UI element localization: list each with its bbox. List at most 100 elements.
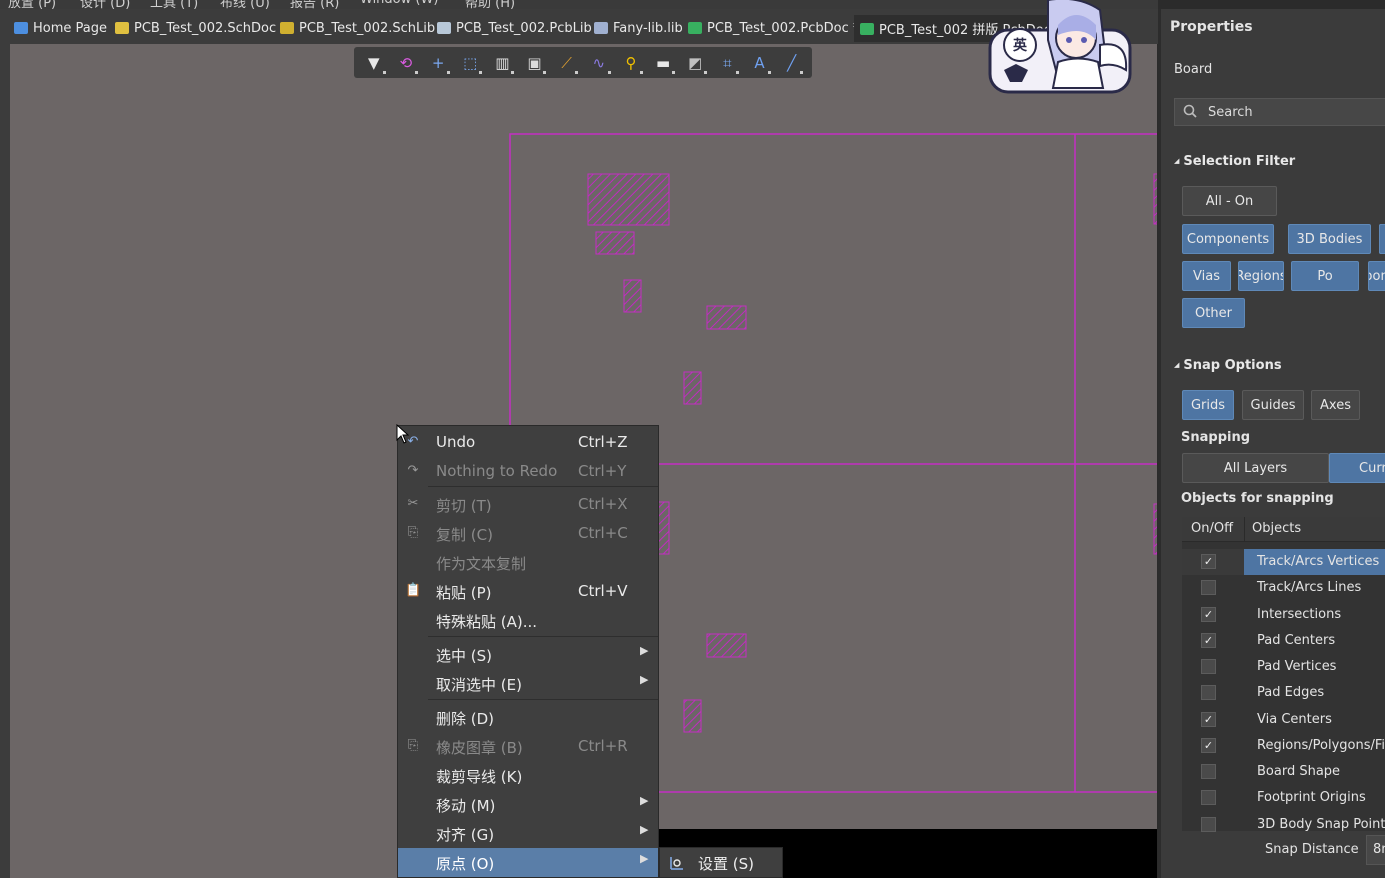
document-tab[interactable]: Fany-lib.lib bbox=[594, 17, 683, 39]
table-row[interactable]: 3D Body Snap Points bbox=[1182, 812, 1385, 838]
filter-button[interactable]: Rooms bbox=[1368, 261, 1385, 291]
document-tab[interactable]: PCB_Test_002.PcbDoc * bbox=[688, 17, 859, 39]
mascot-badge-text: 英 bbox=[1012, 37, 1028, 54]
table-row[interactable]: Pad Edges bbox=[1182, 680, 1385, 706]
menu-item[interactable]: Window (W) bbox=[360, 0, 438, 7]
snap-object-checkbox[interactable]: ✓ bbox=[1201, 607, 1216, 622]
context-menu-item[interactable]: ⎘ 橡皮图章 (B) Ctrl+R bbox=[398, 732, 658, 761]
context-menu-item[interactable]: 取消选中 (E) ▶ bbox=[398, 669, 658, 698]
column-header-onoff[interactable]: On/Off bbox=[1191, 521, 1233, 536]
snap-object-checkbox[interactable] bbox=[1201, 817, 1216, 832]
menu-item-shortcut: Ctrl+X bbox=[578, 495, 628, 513]
column-header-objects[interactable]: Objects bbox=[1252, 521, 1301, 536]
context-menu-item[interactable]: 作为文本复制 bbox=[398, 548, 658, 577]
table-row[interactable]: ✓ Via Centers bbox=[1182, 707, 1385, 733]
menu-item[interactable]: 布线 (U) bbox=[220, 0, 270, 9]
snap-distance-input[interactable]: 8r bbox=[1366, 835, 1385, 865]
submenu-item-set[interactable]: 设置 (S) bbox=[698, 853, 754, 874]
table-row[interactable]: ✓ Pad Centers bbox=[1182, 628, 1385, 654]
route-icon[interactable]: ⟲ bbox=[394, 51, 418, 75]
context-menu-item[interactable]: 特殊粘贴 (A)... bbox=[398, 606, 658, 635]
snap-option-button[interactable]: Axes bbox=[1311, 390, 1360, 420]
region-icon[interactable]: ◩ bbox=[683, 51, 707, 75]
search-input[interactable]: Search bbox=[1174, 98, 1385, 126]
snap-objects-table: On/Off Objects ✓ Track/Arcs Vertices Track… bbox=[1182, 517, 1385, 832]
document-tab[interactable]: PCB_Test_002.PcbLib bbox=[437, 17, 592, 39]
filter-button[interactable]: 3D Bodies bbox=[1288, 224, 1371, 254]
context-menu-item[interactable]: 选中 (S) ▶ bbox=[398, 640, 658, 669]
menu-item[interactable]: 工具 (T) bbox=[150, 0, 198, 9]
origin-submenu: 设置 (S) bbox=[659, 847, 783, 878]
snap-object-checkbox[interactable] bbox=[1201, 659, 1216, 674]
document-tab[interactable]: PCB_Test_002.SchDoc bbox=[115, 17, 276, 39]
text-icon[interactable]: A bbox=[748, 51, 772, 75]
menu-item[interactable]: 放置 (P) bbox=[8, 0, 56, 9]
paste-icon: 📋 bbox=[405, 583, 422, 598]
mascot-widget: 英 bbox=[988, 0, 1136, 96]
select-rect-icon[interactable]: ⬚ bbox=[458, 51, 482, 75]
component-icon[interactable]: ▣ bbox=[523, 51, 547, 75]
snap-object-checkbox[interactable] bbox=[1201, 685, 1216, 700]
context-menu-item[interactable]: ⎘ 复制 (C) Ctrl+C bbox=[398, 519, 658, 548]
fill-icon[interactable]: ▬ bbox=[651, 51, 675, 75]
context-menu-item[interactable]: 移动 (M) ▶ bbox=[398, 790, 658, 819]
snap-option-button[interactable]: Guides bbox=[1242, 390, 1304, 420]
snap-option-button[interactable]: Grids bbox=[1182, 390, 1234, 420]
snap-options-heading[interactable]: Snap Options bbox=[1174, 358, 1281, 373]
table-row[interactable]: ✓ Regions/Polygons/Fill bbox=[1182, 733, 1385, 759]
menu-item-shortcut: Ctrl+C bbox=[578, 524, 628, 542]
context-menu-item[interactable]: ✂ 剪切 (T) Ctrl+X bbox=[398, 490, 658, 519]
filter-button-clipped[interactable] bbox=[1379, 224, 1385, 254]
filter-button[interactable]: Regions bbox=[1238, 261, 1284, 291]
snap-object-checkbox[interactable] bbox=[1201, 790, 1216, 805]
snap-object-checkbox[interactable] bbox=[1201, 580, 1216, 595]
document-tab-label: PCB_Test_002.PcbDoc * bbox=[707, 20, 860, 36]
align-icon[interactable]: ▥ bbox=[491, 51, 515, 75]
menu-item[interactable]: 帮助 (H) bbox=[465, 0, 515, 9]
selection-filter-heading[interactable]: Selection Filter bbox=[1174, 154, 1295, 169]
table-row[interactable]: ✓ Intersections bbox=[1182, 602, 1385, 628]
filter-icon[interactable]: ▼ bbox=[362, 51, 386, 75]
table-row[interactable]: ✓ Track/Arcs Vertices bbox=[1182, 549, 1385, 575]
pad bbox=[706, 633, 747, 658]
snapping-button[interactable]: All Layers bbox=[1182, 453, 1329, 483]
submenu-arrow-icon: ▶ bbox=[640, 794, 649, 807]
filter-button[interactable]: Other bbox=[1182, 298, 1245, 328]
table-row[interactable]: Footprint Origins bbox=[1182, 785, 1385, 811]
snap-object-checkbox[interactable]: ✓ bbox=[1201, 712, 1216, 727]
line-icon[interactable]: ╱ bbox=[780, 51, 804, 75]
pad bbox=[1153, 503, 1157, 555]
context-menu-item[interactable]: 裁剪导线 (K) bbox=[398, 761, 658, 790]
all-on-button[interactable]: All - On bbox=[1182, 186, 1277, 216]
via-icon[interactable]: ⚲ bbox=[619, 51, 643, 75]
diff-pair-icon[interactable]: ∿ bbox=[587, 51, 611, 75]
document-tab[interactable]: Home Page bbox=[14, 17, 107, 39]
dimension-icon[interactable]: ⌗ bbox=[716, 51, 740, 75]
filter-button[interactable]: Vias bbox=[1182, 261, 1231, 291]
context-menu-item[interactable]: 📋 粘贴 (P) Ctrl+V bbox=[398, 577, 658, 606]
context-menu-item[interactable]: ↷ Nothing to Redo Ctrl+Y bbox=[398, 457, 658, 486]
table-row[interactable]: Track/Arcs Lines bbox=[1182, 575, 1385, 601]
context-menu-item[interactable]: 对齐 (G) ▶ bbox=[398, 819, 658, 848]
snap-object-checkbox[interactable] bbox=[1201, 764, 1216, 779]
context-menu-item[interactable]: 原点 (O) ▶ bbox=[398, 848, 658, 877]
table-row[interactable]: Board Shape bbox=[1182, 759, 1385, 785]
snap-object-label: Track/Arcs Lines bbox=[1257, 580, 1362, 595]
snap-distance-label: Snap Distance bbox=[1265, 842, 1359, 857]
context-menu-item[interactable]: 删除 (D) bbox=[398, 703, 658, 732]
menu-item[interactable]: 设计 (D) bbox=[80, 0, 130, 9]
snap-object-checkbox[interactable]: ✓ bbox=[1201, 554, 1216, 569]
context-menu-item[interactable]: ↶ Undo Ctrl+Z bbox=[398, 428, 658, 457]
snapping-button[interactable]: Curr bbox=[1329, 453, 1385, 483]
panel-subtitle: Board bbox=[1174, 62, 1213, 77]
filter-button[interactable]: Components bbox=[1182, 224, 1274, 254]
filter-button[interactable]: Po bbox=[1291, 261, 1359, 291]
table-row[interactable]: Pad Vertices bbox=[1182, 654, 1385, 680]
interactive-route-icon[interactable]: ⟋ bbox=[555, 51, 579, 75]
snap-object-checkbox[interactable]: ✓ bbox=[1201, 738, 1216, 753]
cross-icon[interactable]: + bbox=[426, 51, 450, 75]
document-tab[interactable]: PCB_Test_002.SchLib bbox=[280, 17, 435, 39]
snap-distance-value: 8r bbox=[1373, 842, 1385, 857]
menu-item[interactable]: 报告 (R) bbox=[290, 0, 339, 9]
snap-object-checkbox[interactable]: ✓ bbox=[1201, 633, 1216, 648]
